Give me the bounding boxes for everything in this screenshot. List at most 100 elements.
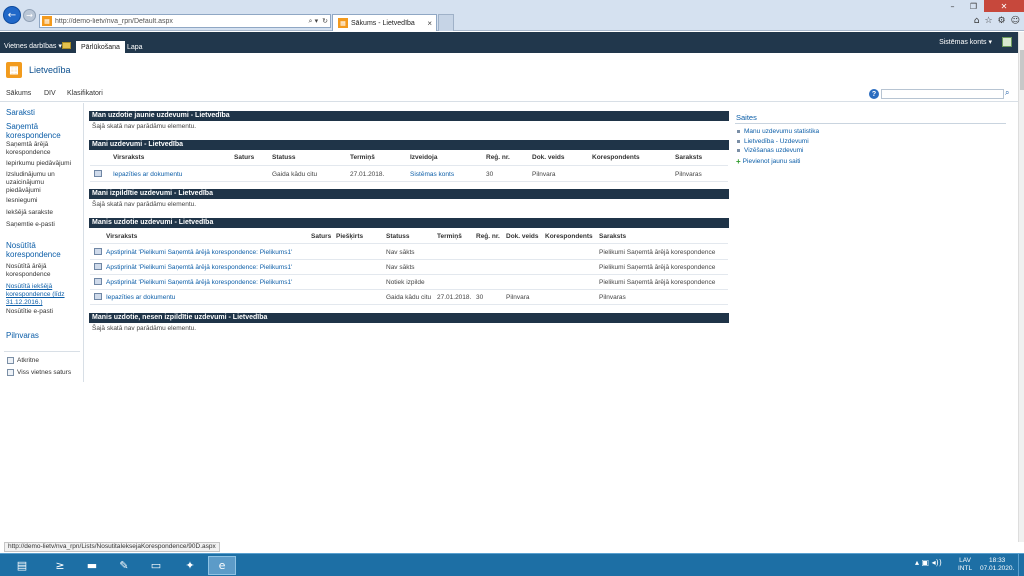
row-divider xyxy=(90,243,728,244)
column-header-reg-no[interactable]: Reģ. nr. xyxy=(486,154,510,161)
links-heading[interactable]: Saites xyxy=(736,113,757,122)
site-title[interactable]: Lietvedība xyxy=(29,65,71,75)
recycle-bin-link[interactable]: Atkritne xyxy=(7,357,39,364)
column-header-content[interactable]: Saturs xyxy=(234,154,254,161)
assigned-task-title[interactable]: Apstiprināt 'Pielikumi Saņemtā ārējā kor… xyxy=(106,264,292,271)
leftnav-item-emails-sent[interactable]: Nosūtītie e-pasti xyxy=(6,308,80,316)
link-task-statistics[interactable]: Manu uzdevumu statistika xyxy=(744,128,819,135)
link-tasks[interactable]: Lietvedība - Uzdevumi xyxy=(744,138,809,145)
all-site-content-link[interactable]: Viss vietnes saturs xyxy=(7,369,71,376)
tab-close-icon[interactable]: × xyxy=(427,19,436,28)
settings-gear-icon[interactable]: ⚙ xyxy=(998,16,1006,26)
forward-arrow-icon[interactable]: → xyxy=(23,9,36,22)
leftnav-item-invitations[interactable]: Izsludinājumu un uzaicinājumu piedāvājum… xyxy=(6,171,80,195)
my-task-created-by[interactable]: Sistēmas konts xyxy=(410,171,454,178)
column-header-assigned[interactable]: Piešķirts xyxy=(336,233,363,240)
column-header-created-by[interactable]: Izveidoja xyxy=(410,154,437,161)
assigned-task-title[interactable]: Apstiprināt 'Pielikumi Saņemtā ārējā kor… xyxy=(106,249,292,256)
address-url[interactable]: http://demo-lietv/nva_rpn/Default.aspx xyxy=(55,18,306,25)
topnav-item-div[interactable]: DIV xyxy=(44,90,56,97)
internet-explorer-icon[interactable]: e xyxy=(208,556,236,575)
help-icon[interactable]: ? xyxy=(869,89,879,99)
user-icon[interactable] xyxy=(1002,37,1012,47)
topnav-item-home[interactable]: Sākums xyxy=(6,90,31,97)
leftnav-item-sent-external[interactable]: Nosūtītā ārējā korespondence xyxy=(6,263,80,279)
notepad-icon[interactable]: ✎ xyxy=(110,556,138,575)
column-header-due[interactable]: Termiņš xyxy=(350,154,375,161)
my-task-doc-type: Pilnvara xyxy=(532,171,556,178)
home-icon[interactable]: ⌂ xyxy=(974,16,980,26)
assigned-task-title[interactable]: Apstiprināt 'Pielikumi Saņemtā ārējā kor… xyxy=(106,279,292,286)
webpart-title-recently-completed[interactable]: Manis uzdotie, nesen izpildītie uzdevumi… xyxy=(89,313,729,323)
tools-icon[interactable]: ✦ xyxy=(176,556,204,575)
start-button-icon[interactable]: ▤ xyxy=(8,556,36,575)
file-explorer-icon[interactable]: ▬ xyxy=(78,556,106,575)
tab-page[interactable]: Lapa xyxy=(122,41,148,53)
back-arrow-icon[interactable]: ← xyxy=(3,6,21,24)
vertical-scrollbar[interactable] xyxy=(1018,32,1024,542)
leftnav-item-procurement[interactable]: Iepirkumu piedāvājumi xyxy=(6,160,80,168)
minimize-icon[interactable]: – xyxy=(942,0,963,12)
search-dropdown-icon[interactable]: ⌕ ▾ xyxy=(306,17,320,26)
ribbon-bar: Vietnes darbības ▾ Pārlūkošana Lapa Sist… xyxy=(0,32,1018,53)
command-prompt-icon[interactable]: ▭ xyxy=(142,556,170,575)
scrollbar-thumb[interactable] xyxy=(1020,50,1024,90)
leftnav-group-received[interactable]: Saņemtā korespondence xyxy=(6,122,80,140)
topnav-item-classifiers[interactable]: Klasifikatori xyxy=(67,90,103,97)
link-approval-tasks[interactable]: Vizēšanas uzdevumi xyxy=(744,147,804,154)
column-header-title[interactable]: Virsraksts xyxy=(113,154,144,161)
leftnav-item-applications[interactable]: Iesniegumi xyxy=(6,197,80,205)
column-header-doc-type[interactable]: Dok. veids xyxy=(532,154,565,161)
leftnav-item-sent-internal[interactable]: Nosūtītā iekšējā korespondence (līdz 31.… xyxy=(6,283,80,307)
links-divider xyxy=(735,123,1006,124)
webpart-title-completed-tasks[interactable]: Mani izpildītie uzdevumi - Lietvedība xyxy=(89,189,729,199)
search-input[interactable] xyxy=(881,89,1004,99)
language-indicator[interactable]: LAV INTL xyxy=(958,557,972,573)
top-navigation: Sākums DIV Klasifikatori ? ⌕ xyxy=(0,87,1018,102)
column-header-doc-type[interactable]: Dok. veids xyxy=(506,233,539,240)
webpart-title-new-tasks[interactable]: Man uzdotie jaunie uzdevumi - Lietvedība xyxy=(89,111,729,121)
webpart-title-my-tasks[interactable]: Mani uzdevumi - Lietvedība xyxy=(89,140,729,150)
assigned-task-title[interactable]: Iepazīties ar dokumentu xyxy=(106,294,175,301)
favorites-star-icon[interactable]: ☆ xyxy=(984,16,992,26)
leftnav-divider xyxy=(4,351,80,352)
column-header-reg-no[interactable]: Reģ. nr. xyxy=(476,233,500,240)
add-new-link[interactable]: + Pievienot jaunu saiti xyxy=(736,157,801,166)
browser-tab-active[interactable]: ▦ Sākums - Lietvedība × xyxy=(332,14,437,31)
restore-icon[interactable]: ❐ xyxy=(963,0,984,12)
site-logo-icon[interactable]: ▦ xyxy=(6,62,22,78)
leftnav-group-sent[interactable]: Nosūtītā korespondence xyxy=(6,241,80,259)
column-header-list[interactable]: Saraksts xyxy=(599,233,626,240)
my-task-due: 27.01.2018. xyxy=(350,171,385,178)
column-header-title[interactable]: Virsraksts xyxy=(106,233,137,240)
leftnav-item-internal[interactable]: Iekšējā sarakste xyxy=(6,209,80,217)
show-desktop-button[interactable] xyxy=(1018,554,1024,576)
close-icon[interactable]: ✕ xyxy=(984,0,1024,12)
clock[interactable]: 18:33 07.01.2020. xyxy=(980,557,1014,573)
site-actions-menu[interactable]: Vietnes darbības ▾ xyxy=(4,42,62,50)
search-icon[interactable]: ⌕ xyxy=(1005,88,1009,98)
my-task-title[interactable]: Iepazīties ar dokumentu xyxy=(113,171,182,178)
refresh-icon[interactable]: ↻ xyxy=(320,17,330,25)
webpart-title-assigned-tasks[interactable]: Manis uzdotie uzdevumi - Lietvedība xyxy=(89,218,729,228)
bullet-icon xyxy=(737,149,740,152)
column-header-status[interactable]: Statuss xyxy=(272,154,295,161)
column-header-content[interactable]: Saturs xyxy=(311,233,331,240)
column-header-due[interactable]: Termiņš xyxy=(437,233,462,240)
folder-icon[interactable] xyxy=(62,42,71,49)
leftnav-item-received-external[interactable]: Saņemtā ārējā korespondence xyxy=(6,141,80,157)
address-bar[interactable]: ▦ http://demo-lietv/nva_rpn/Default.aspx… xyxy=(39,14,331,28)
user-menu[interactable]: Sistēmas konts ▾ xyxy=(939,38,992,46)
column-header-list[interactable]: Saraksts xyxy=(675,154,702,161)
column-header-status[interactable]: Statuss xyxy=(386,233,409,240)
new-tab-button[interactable] xyxy=(438,14,454,31)
system-tray-icons[interactable]: ▴ ▣ ◂)) xyxy=(915,558,942,567)
column-header-correspondent[interactable]: Korespondents xyxy=(592,154,640,161)
smiley-icon[interactable]: ☺ xyxy=(1011,16,1020,26)
leftnav-item-pilnvaras[interactable]: Pilnvaras xyxy=(6,331,39,340)
powershell-icon[interactable]: ≥ xyxy=(46,556,74,575)
tab-browse[interactable]: Pārlūkošana xyxy=(76,41,125,53)
column-header-correspondent[interactable]: Korespondents xyxy=(545,233,593,240)
leftnav-item-emails-received[interactable]: Saņemtie e-pasti xyxy=(6,221,80,229)
leftnav-heading-lists[interactable]: Saraksti xyxy=(6,108,35,117)
